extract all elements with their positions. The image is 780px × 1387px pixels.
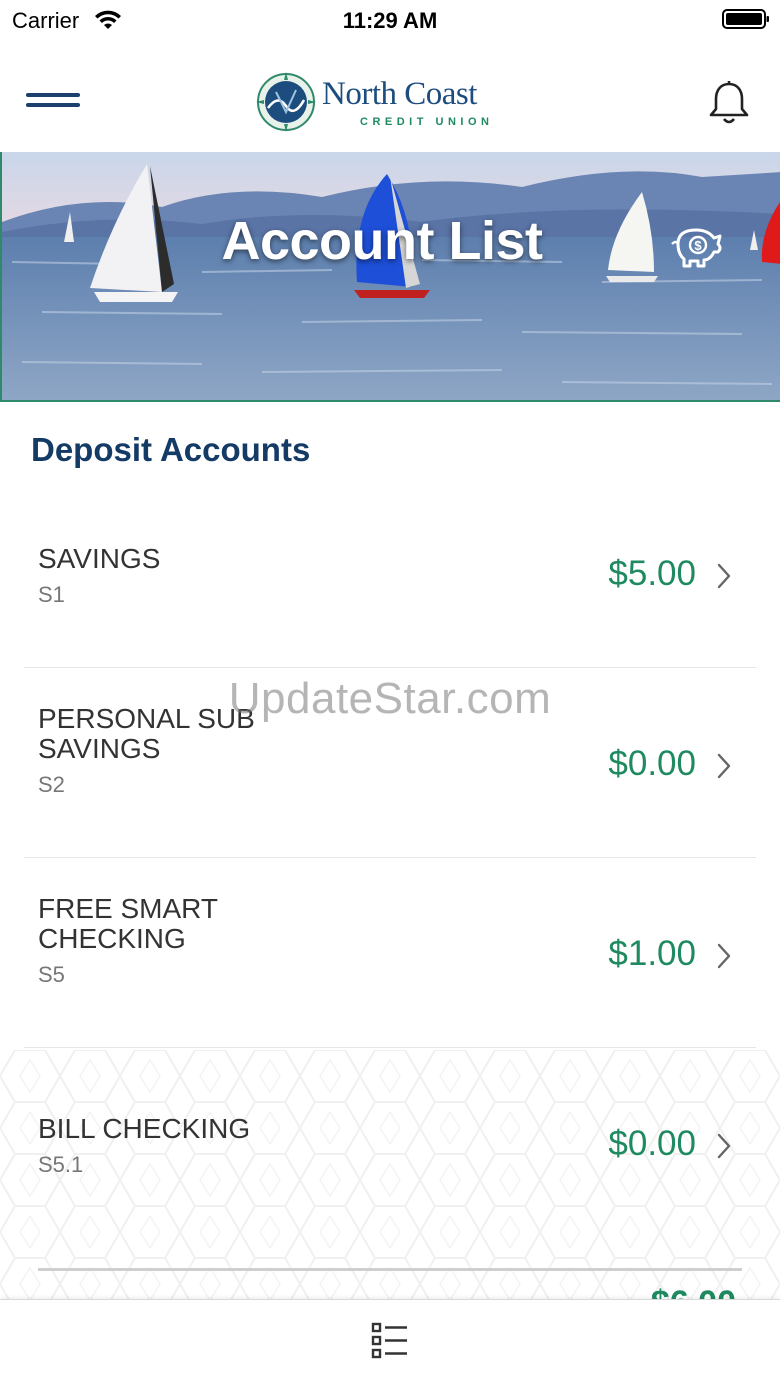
total-divider: [38, 1268, 742, 1271]
chevron-right-icon: [717, 1133, 731, 1159]
status-time: 11:29 AM: [342, 8, 438, 33]
account-balance: $0.00: [608, 1124, 696, 1163]
battery-icon: [722, 9, 769, 29]
bottom-tab-bar: [0, 1299, 780, 1387]
account-id: S1: [38, 582, 65, 607]
chevron-right-icon: [717, 943, 731, 969]
sailboats-banner-image: [2, 152, 780, 400]
list-icon[interactable]: [370, 1320, 410, 1360]
nav-header: North Coast CREDIT UNION: [0, 40, 780, 152]
account-balance: $1.00: [608, 934, 696, 973]
account-name: FREE SMART CHECKING: [38, 893, 218, 954]
watermark-text: UpdateStar.com: [228, 674, 552, 723]
account-id: S2: [38, 772, 65, 797]
account-row-bill-checking[interactable]: BILL CHECKING S5.1 $0.00: [24, 1048, 756, 1238]
logo-name: North Coast: [322, 76, 477, 112]
banner: Account List $: [0, 152, 780, 402]
logo-subtitle: CREDIT UNION: [360, 116, 494, 128]
compass-logo-icon: [256, 72, 316, 132]
account-name: BILL CHECKING: [38, 1113, 251, 1144]
menu-icon[interactable]: [26, 93, 80, 109]
piggy-bank-icon: $: [671, 228, 722, 268]
page-title: Account List: [221, 211, 543, 271]
status-bar: Carrier 11:29 AM: [0, 0, 780, 40]
bell-icon[interactable]: [708, 80, 750, 126]
section-title-deposit-accounts: Deposit Accounts: [31, 431, 311, 468]
chevron-right-icon: [717, 753, 731, 779]
svg-text:$: $: [694, 238, 702, 253]
account-id: S5: [38, 962, 65, 987]
account-balance: $0.00: [608, 744, 696, 783]
account-row-free-smart-checking[interactable]: FREE SMART CHECKING S5 $1.00: [24, 858, 756, 1048]
account-name: SAVINGS: [38, 543, 161, 574]
account-row-savings[interactable]: SAVINGS S1 $5.00: [24, 478, 756, 668]
account-balance: $5.00: [608, 554, 696, 593]
north-coast-logo: North Coast CREDIT UNION: [256, 70, 526, 136]
account-id: S5.1: [38, 1152, 84, 1177]
chevron-right-icon: [717, 563, 731, 589]
